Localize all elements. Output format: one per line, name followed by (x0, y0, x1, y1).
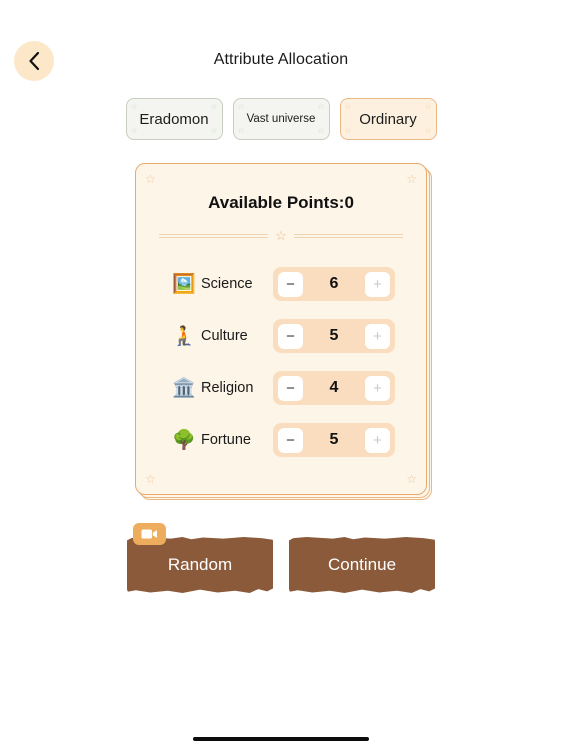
divider: ☆ (159, 229, 403, 242)
chip-eradomon[interactable]: ☆ ☆ ☆ ☆ Eradomon (125, 98, 223, 140)
chip-label: Eradomon (139, 110, 209, 128)
increment-fortune-button[interactable]: + (365, 427, 390, 453)
star-icon: ☆ (237, 126, 245, 135)
divider-rule-left (159, 233, 269, 238)
star-icon: ☆ (130, 126, 138, 135)
attribute-name: Culture (201, 328, 248, 344)
attribute-row-fortune: 🌳 Fortune − 5 + (154, 414, 408, 466)
decrement-fortune-button[interactable]: − (278, 427, 303, 453)
culture-value: 5 (329, 327, 339, 344)
star-icon: ☆ (210, 126, 218, 135)
increment-religion-button[interactable]: + (365, 375, 390, 401)
chip-ordinary[interactable]: ☆ ☆ ☆ ☆ Ordinary (339, 98, 437, 140)
attribute-name: Science (201, 276, 253, 292)
star-icon: ☆ (424, 126, 432, 135)
stepper-culture: − 5 + (273, 319, 395, 353)
page-title: Attribute Allocation (213, 51, 349, 68)
divider-rule-right (293, 233, 403, 238)
star-icon: ☆ (344, 102, 352, 111)
attribute-row-science: 🖼️ Science − 6 + (154, 258, 408, 310)
attribute-name: Religion (201, 380, 254, 396)
culture-icon: 🧎 (172, 325, 196, 347)
decrement-science-button[interactable]: − (278, 271, 303, 297)
attribute-list: 🖼️ Science − 6 + 🧎 Culture − 5 + 🏛️ Reli… (154, 258, 408, 466)
stepper-fortune: − 5 + (273, 423, 395, 457)
fortune-value: 5 (329, 431, 339, 448)
stepper-science: − 6 + (273, 267, 395, 301)
header: Attribute Allocation (0, 0, 562, 100)
increment-culture-button[interactable]: + (365, 323, 390, 349)
available-points-label: Available Points:0 (208, 193, 354, 212)
attribute-row-religion: 🏛️ Religion − 4 + (154, 362, 408, 414)
attribute-card-wrapper: ☆ ☆ ☆ ☆ Available Points:0 ☆ 🖼️ Science … (135, 163, 432, 500)
increment-science-button[interactable]: + (365, 271, 390, 297)
star-icon: ☆ (210, 102, 218, 111)
science-icon: 🖼️ (172, 273, 196, 295)
chip-label: Vast universe (246, 113, 316, 125)
category-chips: ☆ ☆ ☆ ☆ Eradomon ☆ ☆ ☆ ☆ Vast universe ☆… (0, 98, 562, 140)
continue-button[interactable]: Continue (289, 537, 435, 593)
random-button-wrapper: Random (127, 523, 273, 593)
star-icon: ☆ (424, 102, 432, 111)
star-icon: ☆ (145, 472, 156, 486)
religion-icon: 🏛️ (172, 377, 196, 399)
attribute-card: ☆ ☆ ☆ ☆ Available Points:0 ☆ 🖼️ Science … (135, 163, 427, 495)
decrement-culture-button[interactable]: − (278, 323, 303, 349)
stepper-religion: − 4 + (273, 371, 395, 405)
star-icon: ☆ (344, 126, 352, 135)
chip-vast-universe[interactable]: ☆ ☆ ☆ ☆ Vast universe (232, 98, 330, 140)
random-button[interactable]: Random (127, 537, 273, 593)
star-icon: ☆ (317, 102, 325, 111)
star-icon: ☆ (275, 228, 287, 243)
star-icon: ☆ (237, 102, 245, 111)
attribute-name: Fortune (201, 432, 251, 448)
star-icon: ☆ (130, 102, 138, 111)
action-bar: Random Continue (0, 523, 562, 593)
star-icon: ☆ (406, 172, 417, 186)
science-value: 6 (329, 275, 339, 292)
decrement-religion-button[interactable]: − (278, 375, 303, 401)
star-icon: ☆ (406, 472, 417, 486)
religion-value: 4 (329, 379, 339, 396)
star-icon: ☆ (145, 172, 156, 186)
star-icon: ☆ (317, 126, 325, 135)
attribute-row-culture: 🧎 Culture − 5 + (154, 310, 408, 362)
home-indicator (193, 737, 369, 741)
chip-label: Ordinary (359, 110, 417, 128)
video-camera-icon (133, 523, 166, 545)
fortune-icon: 🌳 (172, 429, 196, 451)
